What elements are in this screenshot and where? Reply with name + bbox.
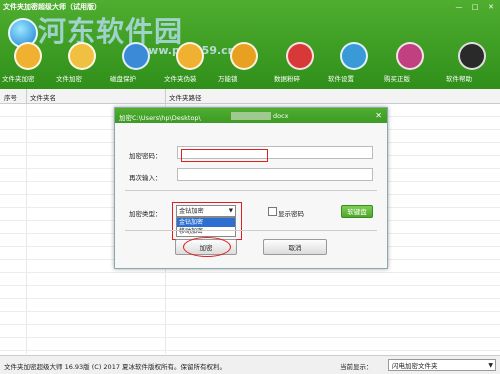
copyright-text: 文件夹加密超级大师 16.93版 (C) 2017 夏冰软件版权所有。保留所有权… <box>4 363 227 371</box>
column-header-index[interactable]: 序号 <box>4 92 17 102</box>
column-divider[interactable] <box>165 89 166 103</box>
show-password-checkbox[interactable] <box>268 207 277 216</box>
encrypt-type-label: 加密类型： <box>129 210 162 218</box>
table-row[interactable] <box>0 286 500 299</box>
current-display-select[interactable]: 闪电加密文件夹 ▼ <box>388 359 496 371</box>
folder-disguise-icon <box>176 42 204 70</box>
password-highlight-box <box>181 149 268 162</box>
password-label: 加密密码： <box>129 152 162 160</box>
help-avatar-icon <box>458 42 486 70</box>
window-controls: — □ ✕ <box>454 3 496 11</box>
current-display-value: 闪电加密文件夹 <box>392 362 438 370</box>
toolbar-folder-encrypt[interactable]: 文件夹加密 <box>2 38 54 88</box>
table-row[interactable] <box>0 312 500 325</box>
type-highlight-box <box>172 202 242 240</box>
toolbar-folder-disguise[interactable]: 文件夹伪装 <box>164 38 216 88</box>
show-password-label: 显示密码 <box>278 210 304 218</box>
minimize-button[interactable]: — <box>454 3 464 11</box>
column-divider[interactable] <box>26 89 27 103</box>
cart-icon <box>396 42 424 70</box>
file-lock-icon <box>68 42 96 70</box>
toolbar-label: 文件加密 <box>56 75 82 83</box>
toolbar-label: 软件设置 <box>328 75 354 83</box>
current-display-label: 当前显示： <box>340 363 373 371</box>
toolbar-help[interactable]: 软件帮助 <box>446 38 498 88</box>
padlock-icon <box>230 42 258 70</box>
toolbar-label: 万能锁 <box>218 75 238 83</box>
toolbar-disk-protect[interactable]: 磁盘保护 <box>110 38 162 88</box>
toolbar-universal-lock[interactable]: 万能锁 <box>218 38 270 88</box>
encrypt-highlight-ellipse <box>183 237 231 257</box>
toolbar-settings[interactable]: 软件设置 <box>328 38 380 88</box>
soft-keyboard-button[interactable]: 软键盘 <box>341 205 373 218</box>
chevron-down-icon: ▼ <box>488 362 493 369</box>
toolbar-label: 磁盘保护 <box>110 75 136 83</box>
toolbar-data-shred[interactable]: 数据粉碎 <box>274 38 326 88</box>
gear-icon <box>340 42 368 70</box>
column-header-path[interactable]: 文件夹路径 <box>169 92 202 102</box>
encrypt-dialog: 加密C:\Users\hp\Desktop\ docx ✕ 加密密码： 再次输入… <box>114 107 388 269</box>
dialog-title: 加密C:\Users\hp\Desktop\ <box>119 114 201 122</box>
close-button[interactable]: ✕ <box>486 3 496 11</box>
toolbar-label: 数据粉碎 <box>274 75 300 83</box>
toolbar-label: 软件帮助 <box>446 75 472 83</box>
dialog-title-bar: 加密C:\Users\hp\Desktop\ docx ✕ <box>115 108 387 123</box>
toolbar-buy[interactable]: 购买正版 <box>384 38 436 88</box>
toolbar-label: 购买正版 <box>384 75 410 83</box>
table-row[interactable] <box>0 299 500 312</box>
dialog-close-button[interactable]: ✕ <box>375 111 382 120</box>
column-header-name[interactable]: 文件夹名 <box>30 92 56 102</box>
toolbar-label: 文件夹伪装 <box>164 75 197 83</box>
redacted-filename <box>231 112 271 120</box>
dialog-divider <box>125 190 377 191</box>
main-toolbar: 文件夹加密 文件加密 磁盘保护 文件夹伪装 万能锁 数据粉碎 软件设置 购买正版… <box>0 38 500 88</box>
status-bar: 文件夹加密超级大师 16.93版 (C) 2017 夏冰软件版权所有。保留所有权… <box>0 355 500 374</box>
table-row[interactable] <box>0 338 500 351</box>
cancel-button[interactable]: 取消 <box>263 239 327 255</box>
dialog-title-suffix: docx <box>273 112 289 120</box>
table-row[interactable] <box>0 273 500 286</box>
confirm-password-label: 再次输入： <box>129 174 162 182</box>
title-bar-header: 文件夹加密超级大师（试用版） — □ ✕ 河东软件园 www.pc0359.cn… <box>0 0 500 89</box>
folder-lock-icon <box>14 42 42 70</box>
confirm-password-field[interactable] <box>177 168 373 181</box>
table-row[interactable] <box>0 325 500 338</box>
maximize-button[interactable]: □ <box>470 3 480 11</box>
toolbar-label: 文件夹加密 <box>2 75 35 83</box>
disk-shield-icon <box>122 42 150 70</box>
toolbar-file-encrypt[interactable]: 文件加密 <box>56 38 108 88</box>
dialog-divider <box>125 230 377 231</box>
shredder-icon <box>286 42 314 70</box>
table-header: 序号 文件夹名 文件夹路径 <box>0 89 500 104</box>
